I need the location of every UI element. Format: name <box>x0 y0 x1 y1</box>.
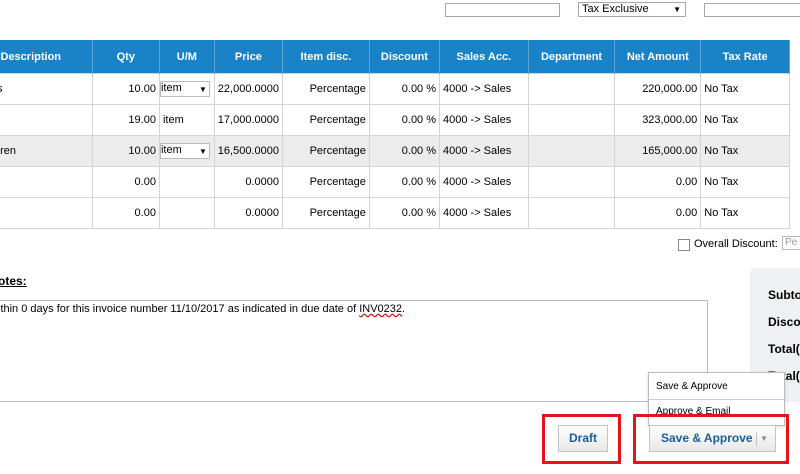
chevron-down-icon: ▼ <box>199 85 207 94</box>
cell-item-disc[interactable]: Percentage <box>281 104 370 136</box>
cell-price[interactable]: 16,500.0000 <box>213 135 283 167</box>
menu-divider <box>649 399 784 400</box>
cell-sales-acc[interactable]: 4000 -> Sales <box>439 104 529 136</box>
total-label-1: Total( <box>768 342 800 356</box>
cell-sales-acc[interactable]: 4000 -> Sales <box>439 197 529 229</box>
um-select[interactable]: item ▼ <box>160 143 210 159</box>
cell-qty[interactable]: 10.00 <box>91 135 160 167</box>
highlight-box-draft <box>542 414 621 464</box>
overall-discount-checkbox[interactable] <box>678 239 690 251</box>
cell-sales-acc[interactable]: 4000 -> Sales <box>439 166 529 198</box>
cell-tax-rate[interactable]: No Tax <box>700 73 790 105</box>
line-items-table: Description Qty U/M Price Item disc. Dis… <box>0 40 790 229</box>
cell-discount[interactable]: 0.00 % <box>368 73 441 105</box>
cell-tax-rate[interactable]: No Tax <box>700 135 790 167</box>
cell-um[interactable]: item <box>158 104 215 136</box>
notes-textarea[interactable]: ithin 0 days for this invoice number 11/… <box>0 300 708 402</box>
cell-um[interactable]: item ▼ <box>158 73 215 105</box>
cell-price[interactable]: 0.0000 <box>213 197 283 229</box>
cell-description[interactable] <box>0 197 93 229</box>
cell-item-disc[interactable]: Percentage <box>281 197 370 229</box>
column-header-discount[interactable]: Discount <box>369 40 441 74</box>
cell-qty[interactable]: 10.00 <box>91 73 160 105</box>
cell-sales-acc[interactable]: 4000 -> Sales <box>439 73 529 105</box>
cell-qty[interactable]: 0.00 <box>91 197 160 229</box>
cell-price[interactable]: 0.0000 <box>213 166 283 198</box>
cell-description[interactable] <box>0 166 93 198</box>
column-header-price[interactable]: Price <box>214 40 283 74</box>
chevron-down-icon: ▼ <box>199 147 207 156</box>
cell-discount[interactable]: 0.00 % <box>368 104 441 136</box>
cell-net-amount[interactable]: 165,000.00 <box>614 135 702 167</box>
cell-qty[interactable]: 19.00 <box>91 104 160 136</box>
table-row[interactable]: 0.00 0.0000 Percentage 0.00 % 4000 -> Sales 0… <box>0 197 790 229</box>
cell-description[interactable]: dren <box>0 135 93 167</box>
cell-discount[interactable]: 0.00 % <box>368 166 441 198</box>
cell-department[interactable] <box>527 135 616 167</box>
um-value: item <box>160 144 182 156</box>
cell-tax-rate[interactable]: No Tax <box>700 104 790 136</box>
cell-item-disc[interactable]: Percentage <box>281 73 370 105</box>
top-text-input[interactable] <box>445 3 560 17</box>
um-value: item <box>160 82 182 94</box>
tax-mode-value: Tax Exclusive <box>582 3 649 15</box>
cell-item-disc[interactable]: Percentage <box>281 135 370 167</box>
cell-net-amount[interactable]: 0.00 <box>614 197 702 229</box>
overall-discount-input[interactable]: Pe <box>782 236 800 250</box>
column-header-department[interactable]: Department <box>528 40 616 74</box>
cell-um[interactable] <box>158 197 215 229</box>
tax-mode-select[interactable]: Tax Exclusive ▼ <box>578 2 686 17</box>
cell-um[interactable]: item ▼ <box>158 135 215 167</box>
column-header-description[interactable]: Description <box>0 40 93 74</box>
table-header-row: Description Qty U/M Price Item disc. Dis… <box>0 40 790 74</box>
cell-description[interactable] <box>0 104 93 136</box>
table-row[interactable]: 19.00 item 17,000.0000 Percentage 0.00 % 4000… <box>0 104 790 136</box>
um-select[interactable]: item ▼ <box>160 81 210 97</box>
cell-discount[interactable]: 0.00 % <box>368 135 441 167</box>
cell-department[interactable] <box>527 166 616 198</box>
cell-discount[interactable]: 0.00 % <box>368 197 441 229</box>
notes-label: otes: <box>0 274 27 288</box>
cell-sales-acc[interactable]: 4000 -> Sales <box>439 135 529 167</box>
cell-net-amount[interactable]: 0.00 <box>614 166 702 198</box>
cell-net-amount[interactable]: 220,000.00 <box>614 73 702 105</box>
cell-item-disc[interactable]: Percentage <box>281 166 370 198</box>
cell-tax-rate[interactable]: No Tax <box>700 197 790 229</box>
top-right-input[interactable] <box>704 3 800 17</box>
cell-department[interactable] <box>527 197 616 229</box>
cell-qty[interactable]: 0.00 <box>91 166 160 198</box>
table-row[interactable]: ts10.00item ▼ 22,000.0000Percentage0.00 %4… <box>0 73 790 105</box>
table-row[interactable]: dren10.00item ▼ 16,500.0000Percentage0.00 … <box>0 135 790 167</box>
cell-department[interactable] <box>527 73 616 105</box>
column-header-item-disc[interactable]: Item disc. <box>282 40 370 74</box>
invoice-reference: INV0232 <box>359 303 403 315</box>
notes-text: ithin 0 days for this invoice number 11/… <box>0 303 360 315</box>
cell-description[interactable]: ts <box>0 73 93 105</box>
notes-text-end: . <box>402 303 406 315</box>
chevron-down-icon: ▼ <box>673 5 681 14</box>
subtotal-label: Subto <box>768 288 800 302</box>
cell-tax-rate[interactable]: No Tax <box>700 166 790 198</box>
column-header-tax-rate[interactable]: Tax Rate <box>700 40 790 74</box>
cell-department[interactable] <box>527 104 616 136</box>
overall-discount-label: Overall Discount: <box>694 238 778 250</box>
cell-net-amount[interactable]: 323,000.00 <box>614 104 702 136</box>
highlight-box-save-approve <box>633 414 789 464</box>
column-header-qty[interactable]: Qty <box>92 40 160 74</box>
discount-total-label: Disco <box>768 315 800 329</box>
menu-item-save-approve[interactable]: Save & Approve <box>656 381 728 392</box>
column-header-sales-acc[interactable]: Sales Acc. <box>439 40 529 74</box>
cell-um[interactable] <box>158 166 215 198</box>
cell-price[interactable]: 17,000.0000 <box>213 104 283 136</box>
table-row[interactable]: 0.00 0.0000 Percentage 0.00 % 4000 -> Sales 0… <box>0 166 790 198</box>
column-header-net-amount[interactable]: Net Amount <box>614 40 702 74</box>
column-header-um[interactable]: U/M <box>159 40 215 74</box>
cell-price[interactable]: 22,000.0000 <box>213 73 283 105</box>
